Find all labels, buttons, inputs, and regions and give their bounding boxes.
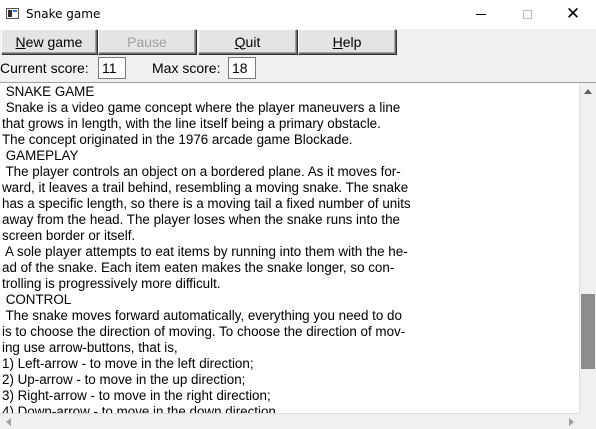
help-label: Help bbox=[332, 33, 362, 50]
maximize-button[interactable] bbox=[504, 0, 550, 29]
scroll-up-button[interactable] bbox=[580, 83, 596, 99]
help-text-line: ad of the snake. Each item eaten makes t… bbox=[2, 260, 395, 275]
horizontal-scrollbar[interactable] bbox=[0, 413, 579, 429]
help-text-line: trolling is progressively more difficult… bbox=[2, 276, 221, 291]
vertical-scrollbar[interactable] bbox=[579, 83, 596, 428]
scroll-left-arrow-icon bbox=[5, 417, 11, 426]
current-score-field[interactable]: 11 bbox=[98, 57, 126, 79]
quit-label: Quit bbox=[234, 33, 261, 50]
maximize-icon bbox=[522, 10, 532, 19]
close-button[interactable]: ✕ bbox=[550, 0, 596, 29]
help-button[interactable]: Help bbox=[298, 29, 396, 54]
new-game-button[interactable]: New game bbox=[1, 29, 97, 54]
help-text-line: 3) Right-arrow - to move in the right di… bbox=[2, 388, 271, 403]
help-text-line: is to choose the direction of moving. To… bbox=[2, 324, 406, 339]
pause-label: Pause bbox=[127, 33, 167, 50]
help-text-line: The player controls an object on a borde… bbox=[2, 164, 401, 179]
help-text-line: The snake moves forward automatically, e… bbox=[2, 308, 402, 323]
help-text-line: GAMEPLAY bbox=[2, 148, 79, 163]
help-text-line: Snake is a video game concept where the … bbox=[2, 100, 401, 115]
help-text-content: SNAKE GAME Snake is a video game concept… bbox=[2, 84, 574, 420]
help-text-line: ward, it leaves a trail behind, resembli… bbox=[2, 180, 409, 195]
scroll-thumb[interactable] bbox=[581, 294, 595, 369]
app-icon bbox=[6, 8, 19, 19]
help-text-line: ing use arrow-buttons, that is, bbox=[2, 340, 178, 355]
help-text-line: screen border or itself. bbox=[2, 228, 136, 243]
window-title: Snake game bbox=[26, 7, 101, 21]
max-score-label: Max score: bbox=[152, 60, 221, 76]
help-text-area[interactable]: SNAKE GAME Snake is a video game concept… bbox=[0, 82, 596, 428]
pause-button[interactable]: Pause bbox=[98, 29, 196, 54]
help-text-line: away from the head. The player loses whe… bbox=[2, 212, 400, 227]
new-game-label: New game bbox=[15, 33, 83, 50]
scroll-track[interactable] bbox=[580, 99, 596, 412]
scroll-up-arrow-icon bbox=[584, 88, 592, 94]
scroll-right-button[interactable] bbox=[563, 414, 579, 429]
scroll-left-button[interactable] bbox=[0, 414, 16, 429]
minimize-icon bbox=[476, 14, 486, 15]
help-text-line: has a specific length, so there is a mov… bbox=[2, 196, 411, 211]
scrollbar-corner bbox=[579, 413, 596, 428]
max-score-field[interactable]: 18 bbox=[228, 57, 256, 79]
scroll-right-arrow-icon bbox=[568, 417, 574, 426]
help-text-line: The concept originated in the 1976 arcad… bbox=[2, 132, 353, 147]
close-icon: ✕ bbox=[565, 4, 581, 24]
help-text-line: SNAKE GAME bbox=[2, 84, 95, 99]
minimize-button[interactable] bbox=[458, 0, 504, 29]
help-text-line: CONTROL bbox=[2, 292, 72, 307]
help-text-line: that grows in length, with the line itse… bbox=[2, 116, 381, 131]
title-bar[interactable]: Snake game ✕ bbox=[0, 0, 596, 29]
current-score-label: Current score: bbox=[0, 60, 89, 76]
quit-button[interactable]: Quit bbox=[198, 29, 297, 54]
help-text-line: 2) Up-arrow - to move in the up directio… bbox=[2, 372, 246, 387]
help-text-line: 1) Left-arrow - to move in the left dire… bbox=[2, 356, 254, 371]
help-text-line: A sole player attempts to eat items by r… bbox=[2, 244, 408, 259]
